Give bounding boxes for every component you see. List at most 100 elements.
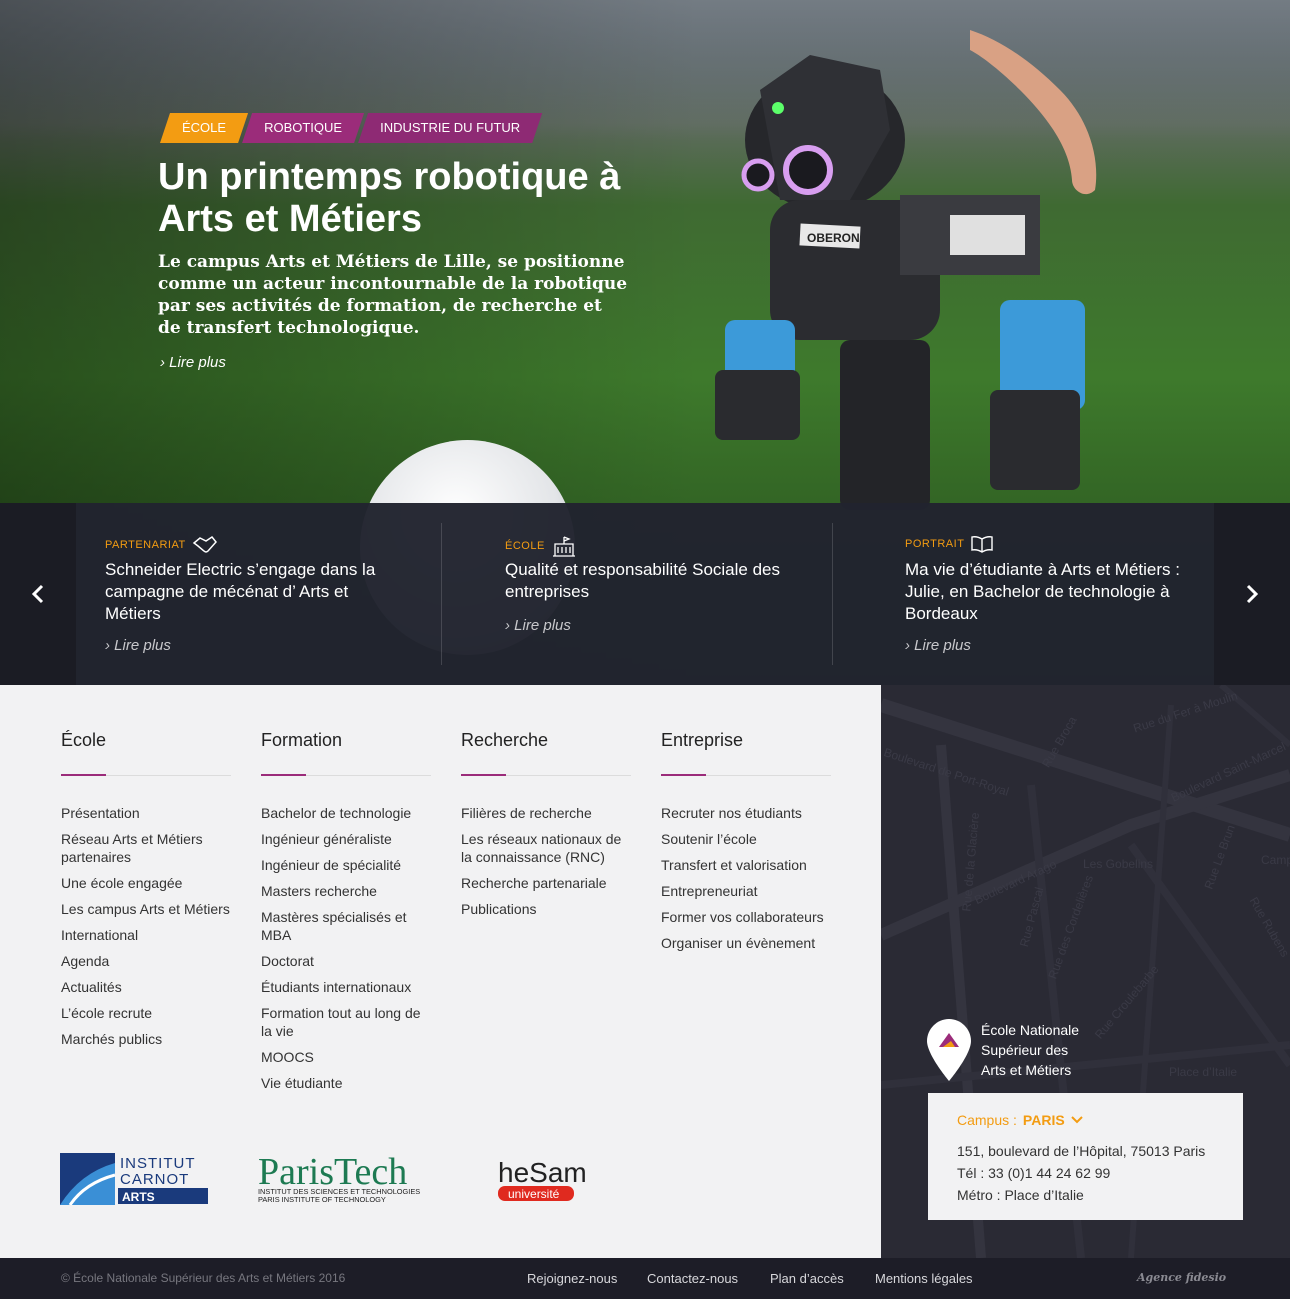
news-next-button[interactable]	[1214, 503, 1290, 685]
hero-description: Le campus Arts et Métiers de Lille, se p…	[158, 252, 628, 338]
news-title[interactable]: Qualité et responsabilité Sociale des en…	[505, 559, 795, 603]
news-category: ÉCOLE	[505, 535, 577, 557]
tag-industrie-du-futur[interactable]: INDUSTRIE DU FUTUR	[358, 113, 542, 143]
menu-link[interactable]: Organiser un évènement	[661, 934, 833, 952]
hesam-sub: université	[508, 1187, 560, 1201]
carnot-line3: ARTS	[122, 1190, 155, 1204]
carnot-line1: INSTITUT	[120, 1155, 196, 1172]
paristech-logo[interactable]: ParisTech INSTITUT DES SCIENCES ET TECHN…	[258, 1150, 448, 1205]
menu-link[interactable]: Entrepreneuriat	[661, 882, 833, 900]
menu-link[interactable]: Masters recherche	[261, 882, 433, 900]
handshake-icon	[192, 535, 217, 553]
chevron-down-icon	[1070, 1116, 1083, 1124]
news-title[interactable]: Schneider Electric s’engage dans la camp…	[105, 559, 395, 625]
footer-link-plan-acces[interactable]: Plan d’accès	[770, 1271, 844, 1286]
news-item[interactable]: ÉCOLE Qualité et responsabilité Sociale …	[505, 503, 805, 685]
menu-link-list: Bachelor de technologie Ingénieur généra…	[261, 804, 433, 1100]
news-category-label: PORTRAIT	[905, 538, 965, 550]
footer-link-mentions-legales[interactable]: Mentions légales	[875, 1271, 973, 1286]
menu-link[interactable]: Bachelor de technologie	[261, 804, 433, 822]
map-pin-icon[interactable]	[927, 1019, 971, 1081]
tag-robotique[interactable]: ROBOTIQUE	[242, 113, 364, 143]
hero-banner: OBERON ÉCOLE ROBOTIQUE INDUSTRIE DU FUTU…	[0, 0, 1290, 685]
menu-link[interactable]: Marchés publics	[61, 1030, 233, 1048]
hero-title: Un printemps robotique à Arts et Métiers	[158, 156, 621, 240]
news-carousel: PARTENARIAT Schneider Electric s’engage …	[0, 503, 1290, 685]
map-street-label: Place d’Italie	[1169, 1065, 1238, 1079]
menu-column-title: Recherche	[461, 730, 549, 750]
menu-link[interactable]: Ingénieur généraliste	[261, 830, 433, 848]
menu-link[interactable]: Vie étudiante	[261, 1074, 433, 1092]
menu-column-underline	[661, 774, 831, 776]
menu-link-list: Recruter nos étudiants Soutenir l’école …	[661, 804, 833, 960]
campus-phone: Tél : 33 (0)1 44 24 62 99	[957, 1165, 1111, 1181]
menu-link[interactable]: Soutenir l’école	[661, 830, 833, 848]
news-read-more-link[interactable]: › Lire plus	[105, 637, 171, 654]
news-read-more-label: Lire plus	[514, 617, 571, 634]
bottom-bar: © École Nationale Supérieur des Arts et …	[0, 1258, 1290, 1299]
menu-link[interactable]: MOOCS	[261, 1048, 433, 1066]
campus-value: PARIS	[1022, 1112, 1065, 1128]
menu-link[interactable]: Les réseaux nationaux de la connaissance…	[461, 830, 633, 866]
menu-link[interactable]: Formation tout au long de la vie	[261, 1004, 433, 1040]
agency-credit-link[interactable]: Agence fidesio	[1137, 1271, 1226, 1284]
robot-name-label: OBERON	[807, 231, 860, 245]
menu-column-underline	[261, 774, 431, 776]
news-read-more-link[interactable]: › Lire plus	[505, 617, 571, 634]
menu-link[interactable]: Recruter nos étudiants	[661, 804, 833, 822]
school-name: École Nationale Supérieur des Arts et Mé…	[981, 1022, 1080, 1078]
menu-link[interactable]: Présentation	[61, 804, 233, 822]
news-separator	[441, 523, 442, 665]
menu-link[interactable]: Agenda	[61, 952, 233, 970]
news-read-more-link[interactable]: › Lire plus	[905, 637, 971, 654]
footer-link-contactez-nous[interactable]: Contactez-nous	[647, 1271, 738, 1286]
hero-read-more-label: Lire plus	[169, 354, 226, 371]
tag-ecole[interactable]: ÉCOLE	[160, 113, 248, 143]
news-title[interactable]: Ma vie d’étudiante à Arts et Métiers : J…	[905, 559, 1195, 625]
menu-link[interactable]: Ingénieur de spécialité	[261, 856, 433, 874]
menu-link[interactable]: International	[61, 926, 233, 944]
paristech-sub2: PARIS INSTITUTE OF TECHNOLOGY	[258, 1195, 386, 1204]
news-item[interactable]: PORTRAIT Ma vie d’étudiante à Arts et Mé…	[905, 503, 1205, 685]
map-street-label: Les Gobelins	[1083, 857, 1154, 871]
news-prev-button[interactable]	[0, 503, 76, 685]
menu-link[interactable]: Les campus Arts et Métiers	[61, 900, 233, 918]
news-read-more-label: Lire plus	[914, 637, 971, 654]
menu-link[interactable]: Étudiants internationaux	[261, 978, 433, 996]
menu-link[interactable]: Actualités	[61, 978, 233, 996]
menu-link[interactable]: Publications	[461, 900, 633, 918]
hero-read-more-link[interactable]: › Lire plus	[160, 354, 226, 371]
menu-link[interactable]: Une école engagée	[61, 874, 233, 892]
menu-column-underline	[461, 774, 631, 776]
menu-link[interactable]: L’école recrute	[61, 1004, 233, 1022]
carnot-line2: CARNOT	[120, 1171, 189, 1188]
menu-link-list: Présentation Réseau Arts et Métiers part…	[61, 804, 233, 1056]
menu-link[interactable]: Doctorat	[261, 952, 433, 970]
menu-link-list: Filières de recherche Les réseaux nation…	[461, 804, 633, 926]
menu-link[interactable]: Recherche partenariale	[461, 874, 633, 892]
news-category: PORTRAIT	[905, 535, 994, 553]
chevron-right-icon: ›	[160, 354, 165, 371]
news-separator	[832, 523, 833, 665]
news-items: PARTENARIAT Schneider Electric s’engage …	[76, 503, 1214, 685]
footer-menu: École Présentation Réseau Arts et Métier…	[0, 685, 881, 1258]
menu-column-title: Formation	[261, 730, 343, 750]
menu-link[interactable]: Réseau Arts et Métiers partenaires	[61, 830, 233, 866]
hesam-logo[interactable]: heSam université	[496, 1150, 596, 1205]
building-icon	[552, 536, 575, 557]
news-read-more-label: Lire plus	[114, 637, 171, 654]
footer-link-rejoignez-nous[interactable]: Rejoignez-nous	[527, 1271, 617, 1286]
campus-map[interactable]: Rue du Fer à Moulin Rue Broca Boulevard …	[881, 685, 1290, 1258]
menu-link[interactable]: Transfert et valorisation	[661, 856, 833, 874]
menu-link[interactable]: Former vos collaborateurs	[661, 908, 833, 926]
news-item[interactable]: PARTENARIAT Schneider Electric s’engage …	[105, 503, 405, 685]
robot-image: OBERON	[715, 30, 1097, 510]
menu-link[interactable]: Mastères spécialisés et MBA	[261, 908, 433, 944]
map-street-label: Campo	[1261, 853, 1290, 867]
menu-link[interactable]: Filières de recherche	[461, 804, 633, 822]
hero-tags: ÉCOLE ROBOTIQUE INDUSTRIE DU FUTUR	[160, 113, 536, 143]
menu-column-title: École	[61, 730, 107, 750]
chevron-right-icon	[1246, 584, 1259, 604]
institut-carnot-logo[interactable]: INSTITUT CARNOT ARTS	[60, 1153, 210, 1205]
campus-selector[interactable]: Campus : PARIS	[957, 1112, 1083, 1128]
